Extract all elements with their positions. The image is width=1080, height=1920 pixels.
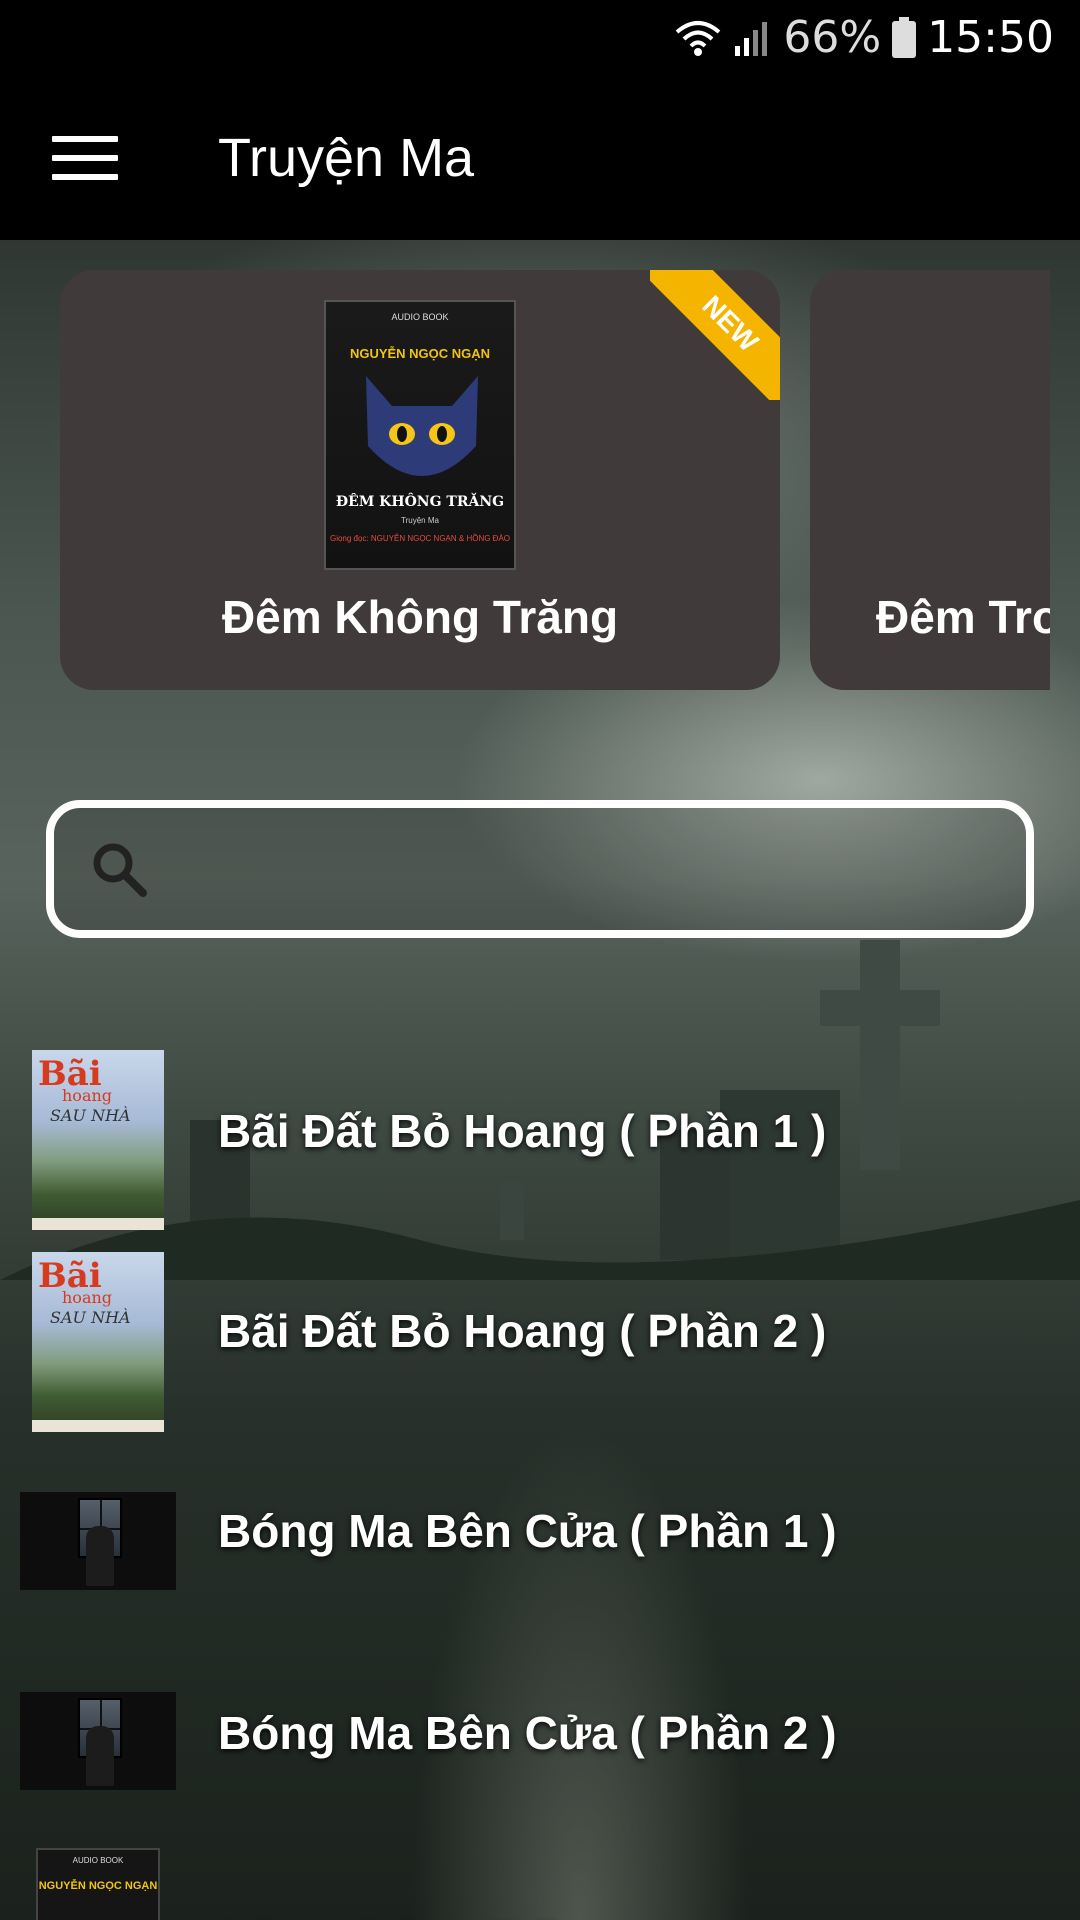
battery-percent: 66% [783,12,882,63]
list-item[interactable]: Bóng Ma Bên Cửa ( Phần 2 ) [0,1634,1080,1834]
list-item-title: Bãi Đất Bỏ Hoang ( Phần 2 ) [218,1305,827,1357]
battery-icon [892,16,917,58]
app-title: Truyện Ma [218,127,475,188]
list-item-title: Bãi Đất Bỏ Hoang ( Phần 1 ) [218,1105,827,1157]
search-input[interactable] [166,808,1026,930]
cat-illustration [366,376,478,476]
app-bar: Truyện Ma [0,75,1080,240]
list-item[interactable]: Bãi hoang SAU NHÀ Bãi Đất Bỏ Hoang ( Phầ… [0,1032,1080,1232]
menu-icon[interactable] [40,113,130,203]
book-cover-image: AUDIO BOOK NGUYỄN NGỌC NGẠN ĐÊM KHÔNG TR… [324,300,516,570]
new-badge: NEW [650,270,780,400]
list-item-title: Đêm Không Trăng [218,1912,614,1920]
list-item-title: Bóng Ma Bên Cửa ( Phần 2 ) [218,1707,837,1759]
list-item-thumbnail: Bãi hoang SAU NHÀ [32,1050,164,1230]
status-bar: 66% 15:50 [0,0,1080,75]
carousel-card-title: Đêm Không Trăng [221,591,619,643]
search-icon [93,843,147,897]
list-item[interactable]: Bóng Ma Bên Cửa ( Phần 1 ) [0,1434,1080,1634]
list-item-thumbnail: Bãi hoang SAU NHÀ [32,1252,164,1432]
wifi-icon [676,20,721,56]
list-item-thumbnail [20,1692,176,1790]
signal-icon [735,21,768,56]
list-item-thumbnail: AUDIO BOOK NGUYỄN NGỌC NGẠN [36,1848,160,1920]
search-bar[interactable] [46,800,1034,938]
list-item[interactable]: AUDIO BOOK NGUYỄN NGỌC NGẠN Đêm Không Tr… [0,1808,1080,1920]
carousel-card[interactable]: Đêm Trơ [810,270,1050,690]
list-item[interactable]: Bãi hoang SAU NHÀ Bãi Đất Bỏ Hoang ( Phầ… [0,1234,1080,1434]
carousel-card[interactable]: AUDIO BOOK NGUYỄN NGỌC NGẠN ĐÊM KHÔNG TR… [60,270,780,690]
clock: 15:50 [927,12,1054,63]
carousel-card-title: Đêm Trơ [876,591,1050,643]
list-item-thumbnail [20,1492,176,1590]
list-item-title: Bóng Ma Bên Cửa ( Phần 1 ) [218,1505,837,1557]
